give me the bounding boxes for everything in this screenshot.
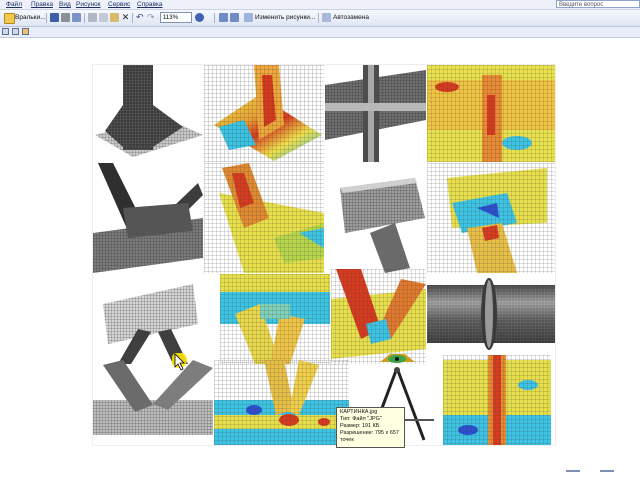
menu-edit[interactable]: Правка xyxy=(31,0,53,9)
cut-icon[interactable] xyxy=(88,13,97,22)
toolbar-separator xyxy=(46,13,47,23)
rotate-left-icon[interactable] xyxy=(219,13,228,22)
tooltip-filename: КАРТИНКА.jpg xyxy=(340,409,378,415)
delete-icon[interactable]: ✕ xyxy=(121,13,130,22)
fea-image-stress-tube xyxy=(214,360,349,445)
tooltip-type: Тип: Файл "JPG" xyxy=(340,416,382,422)
toolbar-separator xyxy=(132,13,133,23)
tooltip-resolution-unit: точек xyxy=(340,437,354,443)
toolbar-separator xyxy=(214,13,215,23)
fea-image-stress-beam xyxy=(427,65,555,162)
print-icon[interactable] xyxy=(61,13,70,22)
menu-bar: Файл Правка Вид Рисунок Сервис Справка В… xyxy=(0,0,640,10)
preview-icon[interactable] xyxy=(72,13,81,22)
insert-button[interactable]: Вральки... xyxy=(15,12,46,24)
picture-canvas[interactable] xyxy=(93,65,555,445)
view-mode-bar xyxy=(0,27,640,38)
menu-tools[interactable]: Сервис xyxy=(108,0,130,9)
tooltip-resolution: Разрешение: 795 x 657 xyxy=(340,430,399,436)
fea-image-column-base xyxy=(93,65,203,162)
toolbar-separator xyxy=(318,13,319,23)
fea-image-stress-diagonal xyxy=(204,163,324,273)
redo-icon[interactable]: ↷ xyxy=(147,13,156,22)
file-info-tooltip: КАРТИНКА.jpg Тип: Файл "JPG" Размер: 191… xyxy=(336,407,405,448)
menu-view[interactable]: Вид xyxy=(59,0,71,9)
fea-image-k-node xyxy=(93,274,203,364)
fea-image-tube-node xyxy=(93,360,213,445)
menu-file[interactable]: Файл xyxy=(6,0,22,9)
status-indicator xyxy=(600,470,614,472)
save-icon[interactable] xyxy=(50,13,59,22)
autoreplace-button[interactable]: Автозамена xyxy=(333,12,369,24)
single-view-icon[interactable] xyxy=(22,28,29,35)
undo-icon[interactable]: ↶ xyxy=(136,13,145,22)
rotate-right-icon[interactable] xyxy=(230,13,239,22)
toolbar-separator xyxy=(84,13,85,23)
filmstrip-view-icon[interactable] xyxy=(12,28,19,35)
paste-icon[interactable] xyxy=(110,13,119,22)
fea-image-box-beam xyxy=(325,163,426,273)
zoom-select[interactable]: 113% xyxy=(160,12,192,23)
fea-image-stress-plate xyxy=(204,65,324,162)
status-indicator xyxy=(566,470,580,472)
thumbnail-view-icon[interactable] xyxy=(2,28,9,35)
fea-image-stress-cross xyxy=(220,274,330,364)
change-pictures-button[interactable]: Изменить рисунки... xyxy=(255,12,315,24)
fea-image-pipe-flange xyxy=(427,277,555,357)
autoreplace-icon xyxy=(322,13,331,22)
change-pictures-icon xyxy=(244,13,253,22)
fea-image-truss-node xyxy=(93,163,203,273)
fea-image-beam-joint xyxy=(325,65,426,162)
toolbar: Вральки... ✕ ↶ ↷ 113% Изменить рисунки..… xyxy=(0,10,640,27)
copy-icon[interactable] xyxy=(99,13,108,22)
help-icon[interactable] xyxy=(195,13,204,22)
open-icon[interactable] xyxy=(4,13,15,24)
menu-picture[interactable]: Рисунок xyxy=(76,0,101,9)
ask-question-input[interactable]: Введите вопрос xyxy=(556,0,640,8)
menu-help[interactable]: Справка xyxy=(137,0,163,9)
tooltip-size: Размер: 191 КБ xyxy=(340,423,380,429)
fea-image-stress-box xyxy=(427,163,555,273)
pointer-cursor-icon xyxy=(171,352,192,375)
fea-image-stress-pipe xyxy=(443,355,551,445)
